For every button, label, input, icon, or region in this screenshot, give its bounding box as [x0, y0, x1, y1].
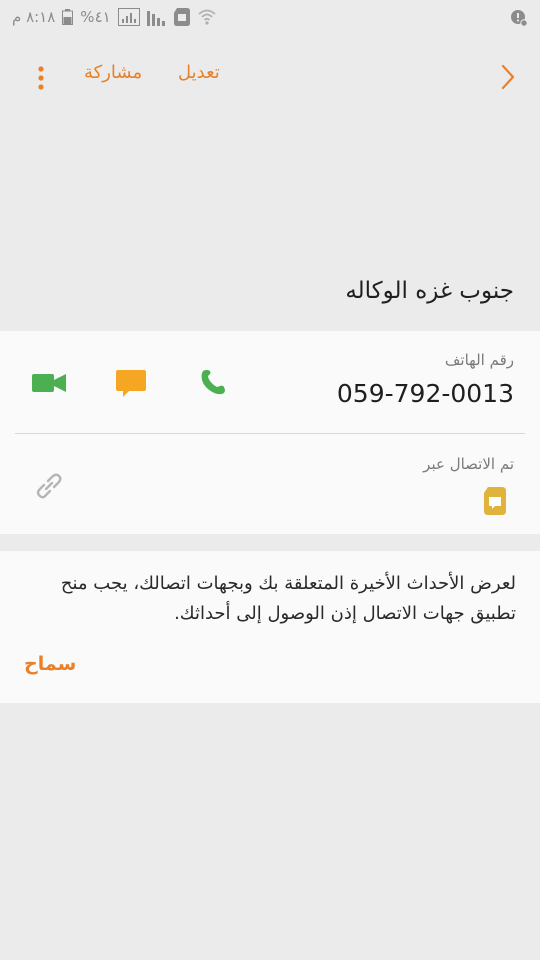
toolbar: تعديل مشاركة [0, 54, 540, 100]
status-left-group: ٨:١٨ م %٤١ [12, 8, 217, 26]
message-icon [116, 370, 146, 397]
sim-card-icon [173, 8, 190, 26]
call-button[interactable] [200, 368, 226, 400]
edit-button[interactable]: تعديل [178, 62, 220, 83]
phone-label: رقم الهاتف [444, 351, 514, 369]
status-bar: ٨:١٨ م %٤١ [0, 0, 540, 36]
battery-icon [62, 9, 74, 25]
signal-icon [117, 8, 140, 26]
contact-name: جنوب غزه الوكاله [345, 278, 514, 304]
permission-message: لعرض الأحداث الأخيرة المتعلقة بك وبجهات … [60, 573, 516, 624]
phone-number[interactable]: 059-792-0013 [337, 379, 514, 408]
chevron-right-icon [501, 64, 515, 90]
phone-card: رقم الهاتف 059-792-0013 تم الاتصال عبر [0, 331, 540, 534]
permission-card: لعرض الأحداث الأخيرة المتعلقة بك وبجهات … [0, 551, 540, 703]
signal-bars-icon [146, 8, 167, 26]
link-icon [36, 473, 62, 499]
more-vert-icon [38, 66, 44, 90]
video-camera-icon [32, 374, 66, 392]
battery-percent: %٤١ [80, 8, 111, 26]
wifi-icon [197, 8, 217, 26]
divider [15, 433, 525, 434]
linked-via-label: تم الاتصال عبر [423, 455, 514, 473]
notification-icon [510, 9, 528, 31]
video-call-button[interactable] [32, 372, 66, 398]
allow-button[interactable]: سماح [24, 653, 76, 675]
sim-contacts-icon [484, 487, 506, 519]
share-button[interactable]: مشاركة [84, 62, 142, 83]
contact-details-screen: ٨:١٨ م %٤١ تعديل مشاركة جنوب غزه الوكاله… [0, 0, 540, 960]
more-options-button[interactable] [36, 66, 46, 96]
link-contact-button[interactable] [34, 471, 64, 505]
status-time: ٨:١٨ م [12, 8, 56, 26]
back-button[interactable] [500, 64, 516, 94]
phone-icon [201, 370, 225, 395]
message-button[interactable] [116, 369, 146, 403]
